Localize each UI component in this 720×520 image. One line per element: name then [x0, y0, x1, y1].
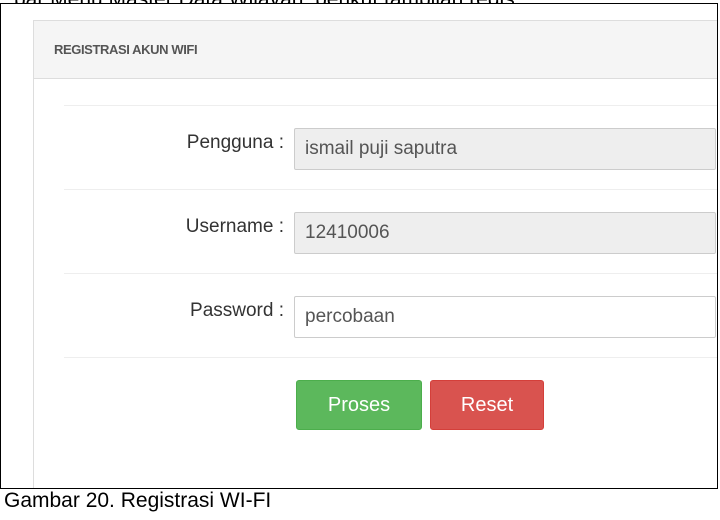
form-row-password: Password : percobaan: [64, 273, 717, 357]
document-page: bar Menu Master Data Wilayah, berikut ta…: [0, 0, 720, 520]
password-label: Password :: [190, 300, 284, 321]
figure-caption: Gambar 20. Registrasi WI-FI: [4, 489, 272, 512]
pengguna-field[interactable]: ismail puji saputra: [294, 128, 716, 170]
username-field[interactable]: 12410006: [294, 212, 716, 254]
form-row-actions: Proses Reset: [64, 357, 717, 441]
screenshot-frame: REGISTRASI AKUN WIFI Pengguna : ismail p…: [0, 3, 718, 489]
panel-title: REGISTRASI AKUN WIFI: [54, 42, 198, 57]
password-field[interactable]: percobaan: [294, 296, 716, 338]
panel-heading: REGISTRASI AKUN WIFI: [34, 21, 717, 79]
pengguna-label: Pengguna :: [186, 132, 284, 153]
form-row-pengguna: Pengguna : ismail puji saputra: [64, 105, 717, 189]
reset-button[interactable]: Reset: [430, 380, 544, 430]
username-label: Username :: [185, 216, 284, 237]
form-row-username: Username : 12410006: [64, 189, 717, 273]
registration-panel: REGISTRASI AKUN WIFI Pengguna : ismail p…: [33, 20, 717, 488]
proses-button[interactable]: Proses: [296, 380, 422, 430]
